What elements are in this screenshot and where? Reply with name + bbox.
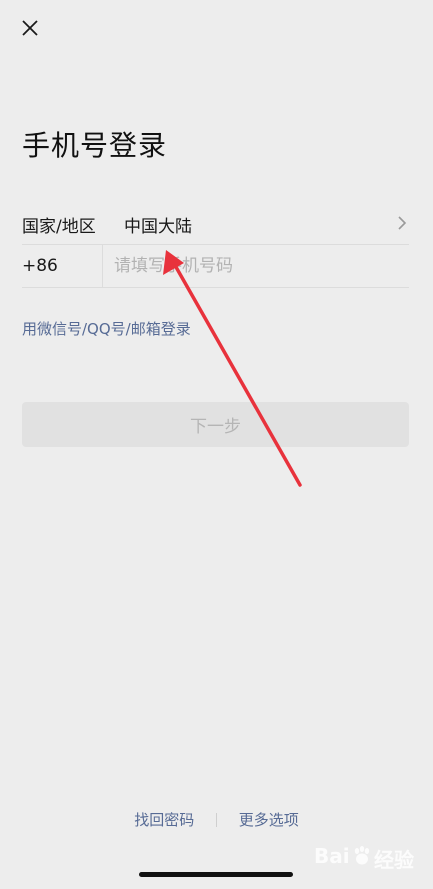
country-code[interactable]: +86 bbox=[22, 256, 58, 276]
page-title: 手机号登录 bbox=[22, 129, 168, 162]
paw-icon bbox=[354, 846, 370, 865]
chevron-right-icon bbox=[398, 216, 407, 230]
footer-divider bbox=[216, 812, 217, 827]
close-icon bbox=[22, 20, 38, 36]
next-button[interactable]: 下一步 bbox=[22, 402, 409, 447]
region-label: 国家/地区 bbox=[22, 217, 96, 237]
more-options-link[interactable]: 更多选项 bbox=[239, 809, 299, 830]
phone-row: +86 bbox=[22, 244, 409, 288]
region-value: 中国大陆 bbox=[124, 217, 192, 237]
close-button[interactable] bbox=[17, 15, 43, 41]
phone-input[interactable] bbox=[114, 244, 404, 287]
region-selector[interactable]: 国家/地区 中国大陆 bbox=[22, 201, 409, 245]
code-divider bbox=[102, 244, 103, 287]
watermark-text-left: Bai bbox=[314, 844, 350, 868]
alt-login-link[interactable]: 用微信号/QQ号/邮箱登录 bbox=[22, 318, 191, 339]
recover-password-link[interactable]: 找回密码 bbox=[134, 809, 194, 830]
baidu-watermark: Bai 经验 bbox=[314, 841, 426, 872]
footer-links: 找回密码 更多选项 bbox=[0, 809, 433, 830]
watermark-text-right: 经验 bbox=[374, 848, 414, 872]
home-indicator bbox=[139, 872, 293, 877]
